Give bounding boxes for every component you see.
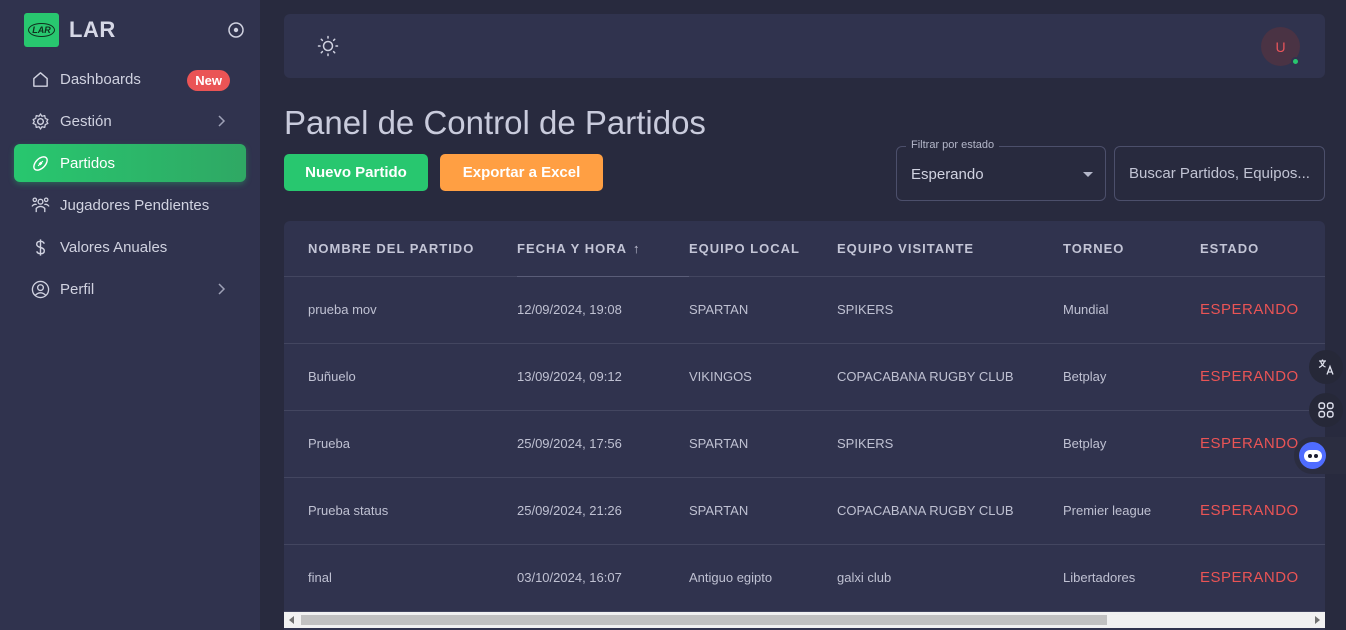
scroll-left-arrow-icon[interactable] — [289, 616, 294, 624]
sidebar-item-jugadores-pendientes[interactable]: Jugadores Pendientes — [14, 186, 246, 224]
cell-nombre: prueba mov — [284, 276, 517, 344]
sidebar-item-label: Jugadores Pendientes — [60, 196, 210, 214]
table-row[interactable]: Buñuelo 13/09/2024, 09:12 VIKINGOS COPAC… — [284, 343, 1325, 411]
cell-nombre: Prueba — [284, 410, 517, 478]
status-filter-label: Filtrar por estado — [906, 139, 1000, 151]
cell-equipo-local: SPARTAN — [689, 410, 837, 478]
column-header-estado[interactable]: ESTADO — [1200, 221, 1325, 277]
sidebar-toggle-icon[interactable] — [227, 21, 245, 39]
cell-equipo-local: SPARTAN — [689, 477, 837, 545]
table-row[interactable]: Prueba 25/09/2024, 17:56 SPARTAN SPIKERS… — [284, 410, 1325, 478]
cell-fecha: 12/09/2024, 19:08 — [517, 276, 689, 344]
translate-icon — [1318, 359, 1334, 375]
chevron-right-icon — [218, 283, 226, 295]
new-badge: New — [187, 70, 230, 91]
avatar-initial: U — [1275, 38, 1286, 55]
assistant-bot-icon — [1299, 442, 1326, 469]
apps-button[interactable] — [1309, 393, 1343, 427]
column-header-fecha[interactable]: FECHA Y HORA ↑ — [517, 221, 689, 277]
cell-nombre: Prueba status — [284, 477, 517, 545]
scrollbar-thumb[interactable] — [301, 615, 1107, 625]
matches-table: NOMBRE DEL PARTIDO FECHA Y HORA ↑ EQUIPO … — [284, 221, 1325, 612]
cell-equipo-local: VIKINGOS — [689, 343, 837, 411]
matches-table-container: NOMBRE DEL PARTIDO FECHA Y HORA ↑ EQUIPO … — [284, 221, 1325, 630]
sort-ascending-icon[interactable]: ↑ — [633, 241, 641, 256]
sidebar-item-label: Gestión — [60, 112, 112, 130]
brand-logo-text: LAR — [28, 23, 55, 37]
table-row[interactable]: Prueba status 25/09/2024, 21:26 SPARTAN … — [284, 477, 1325, 545]
cell-equipo-visitante: SPIKERS — [837, 276, 1063, 344]
sidebar: LAR LAR Dashboards New Gestión Partidos … — [0, 0, 260, 630]
translate-button[interactable] — [1309, 350, 1343, 384]
cell-equipo-local: SPARTAN — [689, 276, 837, 344]
sidebar-item-dashboards[interactable]: Dashboards New — [14, 60, 246, 98]
apps-grid-icon — [1318, 402, 1334, 418]
users-icon — [31, 197, 50, 213]
column-header-nombre[interactable]: NOMBRE DEL PARTIDO — [284, 221, 517, 277]
search-input[interactable] — [1114, 146, 1325, 201]
horizontal-scrollbar[interactable] — [284, 612, 1325, 628]
brand-name: LAR — [69, 17, 116, 42]
sidebar-item-label: Perfil — [60, 280, 95, 298]
column-header-torneo[interactable]: TORNEO — [1063, 221, 1200, 277]
cell-torneo: Libertadores — [1063, 544, 1200, 612]
brand-logo: LAR — [24, 13, 59, 47]
avatar[interactable]: U — [1261, 27, 1300, 66]
cell-nombre: Buñuelo — [284, 343, 517, 411]
cell-torneo: Betplay — [1063, 343, 1200, 411]
home-icon — [33, 72, 48, 87]
sidebar-item-valores-anuales[interactable]: Valores Anuales — [14, 228, 246, 266]
cell-equipo-visitante: SPIKERS — [837, 410, 1063, 478]
cell-nombre: final — [284, 544, 517, 612]
sidebar-item-gestion[interactable]: Gestión — [14, 102, 246, 140]
sidebar-item-label: Dashboards — [60, 70, 141, 88]
cell-fecha: 25/09/2024, 17:56 — [517, 410, 689, 478]
export-excel-button[interactable]: Exportar a Excel — [440, 154, 603, 191]
online-status-dot — [1291, 57, 1300, 66]
cell-torneo: Mundial — [1063, 276, 1200, 344]
sidebar-item-label: Partidos — [60, 154, 116, 172]
football-icon — [33, 156, 48, 171]
cell-torneo: Betplay — [1063, 410, 1200, 478]
cell-estado: ESPERANDO — [1200, 343, 1325, 411]
assistant-widget[interactable] — [1294, 437, 1346, 474]
cell-fecha: 13/09/2024, 09:12 — [517, 343, 689, 411]
sidebar-item-label: Valores Anuales — [60, 238, 168, 256]
sun-icon[interactable] — [317, 35, 339, 57]
topbar: U — [284, 14, 1325, 78]
cell-estado: ESPERANDO — [1200, 276, 1325, 344]
brand[interactable]: LAR LAR — [24, 13, 116, 47]
cell-equipo-visitante: COPACABANA RUGBY CLUB — [837, 343, 1063, 411]
user-circle-icon — [31, 280, 50, 299]
table-row[interactable]: final 03/10/2024, 16:07 Antiguo egipto g… — [284, 544, 1325, 612]
cell-estado: ESPERANDO — [1200, 544, 1325, 612]
cell-equipo-visitante: COPACABANA RUGBY CLUB — [837, 477, 1063, 545]
column-header-equipo-local[interactable]: EQUIPO LOCAL — [689, 221, 837, 277]
cell-fecha: 03/10/2024, 16:07 — [517, 544, 689, 612]
dropdown-caret-icon — [1083, 172, 1093, 177]
column-header-equipo-visitante[interactable]: EQUIPO VISITANTE — [837, 221, 1063, 277]
cell-estado: ESPERANDO — [1200, 477, 1325, 545]
page-title: Panel de Control de Partidos — [284, 104, 706, 141]
gear-icon — [32, 113, 49, 130]
sidebar-nav: Dashboards New Gestión Partidos Jugadore… — [14, 60, 246, 312]
dollar-icon — [35, 239, 46, 256]
table-header-row: NOMBRE DEL PARTIDO FECHA Y HORA ↑ EQUIPO … — [284, 221, 1325, 277]
scroll-right-arrow-icon[interactable] — [1315, 616, 1320, 624]
chevron-right-icon — [218, 115, 226, 127]
cell-equipo-visitante: galxi club — [837, 544, 1063, 612]
cell-torneo: Premier league — [1063, 477, 1200, 545]
cell-fecha: 25/09/2024, 21:26 — [517, 477, 689, 545]
table-row[interactable]: prueba mov 12/09/2024, 19:08 SPARTAN SPI… — [284, 276, 1325, 344]
status-filter-select[interactable]: Filtrar por estado Esperando — [896, 139, 1106, 201]
cell-equipo-local: Antiguo egipto — [689, 544, 837, 612]
new-match-button[interactable]: Nuevo Partido — [284, 154, 428, 191]
status-filter-value: Esperando — [911, 166, 984, 183]
sidebar-item-partidos[interactable]: Partidos — [14, 144, 246, 182]
sidebar-item-perfil[interactable]: Perfil — [14, 270, 246, 308]
